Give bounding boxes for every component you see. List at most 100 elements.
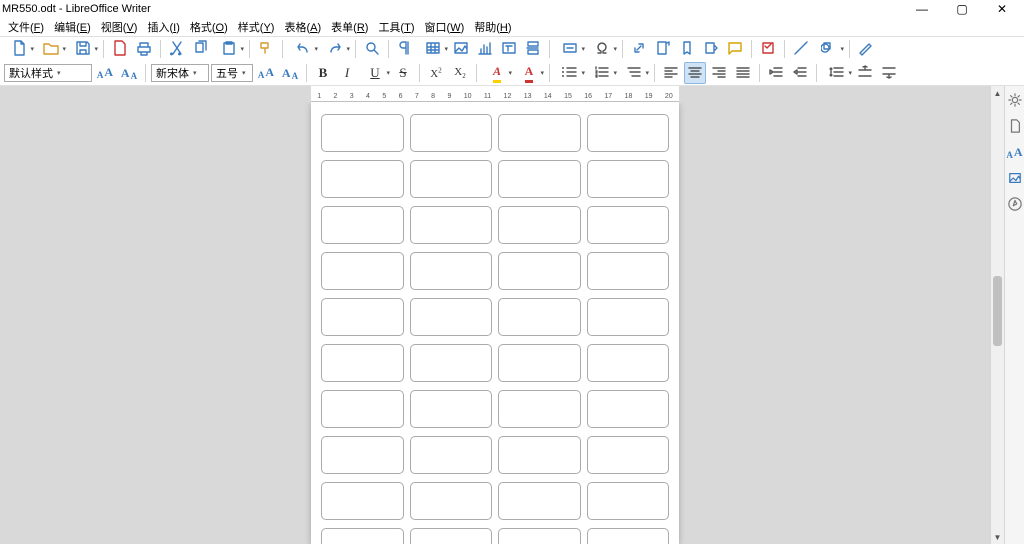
copy-button[interactable]: [190, 38, 212, 60]
paste-button[interactable]: ▾: [214, 38, 244, 60]
insert-comment-button[interactable]: [724, 38, 746, 60]
navigator-panel-button[interactable]: [1006, 196, 1024, 214]
subscript-button[interactable]: X2: [449, 62, 471, 84]
label-cell[interactable]: [410, 298, 493, 336]
line-spacing-button[interactable]: ▾: [822, 62, 852, 84]
superscript-button[interactable]: X2: [425, 62, 447, 84]
label-cell[interactable]: [321, 160, 404, 198]
insert-cross-ref-button[interactable]: [700, 38, 722, 60]
bullets-button[interactable]: ▾: [555, 62, 585, 84]
label-cell[interactable]: [321, 528, 404, 544]
label-cell[interactable]: [410, 436, 493, 474]
save-button[interactable]: ▾: [68, 38, 98, 60]
undo-button[interactable]: ▾: [288, 38, 318, 60]
label-cell[interactable]: [498, 528, 581, 544]
insert-special-char-button[interactable]: ▾: [587, 38, 617, 60]
label-cell[interactable]: [321, 252, 404, 290]
font-size-combo[interactable]: 五号▾: [211, 64, 253, 82]
menu-f[interactable]: 文件(F): [4, 18, 48, 36]
shrink-font-button[interactable]: AA: [279, 62, 301, 84]
grow-font-button[interactable]: AA: [255, 62, 277, 84]
redo-button[interactable]: ▾: [320, 38, 350, 60]
label-cell[interactable]: [587, 482, 670, 520]
style-update-button[interactable]: AA: [94, 62, 116, 84]
cut-button[interactable]: [166, 38, 188, 60]
page-panel-button[interactable]: [1006, 118, 1024, 136]
strike-button[interactable]: S: [392, 62, 414, 84]
find-button[interactable]: [361, 38, 383, 60]
para-spacing-dec-button[interactable]: [878, 62, 900, 84]
label-cell[interactable]: [410, 160, 493, 198]
label-cell[interactable]: [587, 114, 670, 152]
line-button[interactable]: [790, 38, 812, 60]
scroll-down-arrow[interactable]: ▼: [991, 530, 1004, 544]
menu-r[interactable]: 表单(R): [327, 18, 372, 36]
label-cell[interactable]: [321, 114, 404, 152]
label-cell[interactable]: [410, 252, 493, 290]
nonprinting-button[interactable]: [394, 38, 416, 60]
new-doc-button[interactable]: ▾: [4, 38, 34, 60]
scroll-up-arrow[interactable]: ▲: [991, 86, 1004, 100]
menu-y[interactable]: 样式(Y): [234, 18, 279, 36]
label-cell[interactable]: [587, 390, 670, 428]
label-cell[interactable]: [498, 114, 581, 152]
menu-e[interactable]: 编辑(E): [50, 18, 95, 36]
export-pdf-button[interactable]: [109, 38, 131, 60]
label-cell[interactable]: [410, 528, 493, 544]
bold-button[interactable]: B: [312, 62, 334, 84]
label-cell[interactable]: [410, 344, 493, 382]
numbering-button[interactable]: ▾: [587, 62, 617, 84]
align-center-button[interactable]: [684, 62, 706, 84]
label-cell[interactable]: [498, 482, 581, 520]
label-cell[interactable]: [321, 206, 404, 244]
vertical-scrollbar[interactable]: ▲ ▼: [990, 86, 1004, 544]
label-cell[interactable]: [587, 298, 670, 336]
insert-table-button[interactable]: ▾: [418, 38, 448, 60]
label-cell[interactable]: [498, 344, 581, 382]
menu-t[interactable]: 工具(T): [374, 18, 418, 36]
menu-v[interactable]: 视图(V): [97, 18, 142, 36]
page-break-button[interactable]: [522, 38, 544, 60]
gallery-panel-button[interactable]: [1006, 170, 1024, 188]
align-right-button[interactable]: [708, 62, 730, 84]
window-maximize-button[interactable]: ▢: [942, 0, 982, 18]
page[interactable]: [311, 102, 679, 544]
document-scroll-viewport[interactable]: [0, 102, 990, 544]
insert-bookmark-button[interactable]: [676, 38, 698, 60]
insert-hyperlink-button[interactable]: [628, 38, 650, 60]
label-cell[interactable]: [321, 436, 404, 474]
label-cell[interactable]: [587, 528, 670, 544]
label-cell[interactable]: [410, 390, 493, 428]
scroll-thumb[interactable]: [993, 276, 1002, 346]
insert-chart-button[interactable]: [474, 38, 496, 60]
indent-dec-button[interactable]: [789, 62, 811, 84]
label-cell[interactable]: [587, 160, 670, 198]
horizontal-ruler[interactable]: 1234567891011121314151617181920: [311, 86, 679, 102]
insert-field-button[interactable]: ▾: [555, 38, 585, 60]
track-changes-button[interactable]: [757, 38, 779, 60]
label-cell[interactable]: [498, 436, 581, 474]
label-cell[interactable]: [498, 252, 581, 290]
para-spacing-inc-button[interactable]: [854, 62, 876, 84]
label-cell[interactable]: [587, 252, 670, 290]
label-cell[interactable]: [410, 114, 493, 152]
italic-button[interactable]: I: [336, 62, 358, 84]
outline-button[interactable]: ▾: [619, 62, 649, 84]
underline-button[interactable]: U▾: [360, 62, 390, 84]
label-cell[interactable]: [587, 206, 670, 244]
window-minimize-button[interactable]: —: [902, 0, 942, 18]
label-cell[interactable]: [410, 206, 493, 244]
align-left-button[interactable]: [660, 62, 682, 84]
show-draw-button[interactable]: [855, 38, 877, 60]
clone-formatting-button[interactable]: [255, 38, 277, 60]
align-justify-button[interactable]: [732, 62, 754, 84]
basic-shapes-button[interactable]: ▾: [814, 38, 844, 60]
label-cell[interactable]: [587, 436, 670, 474]
label-cell[interactable]: [498, 298, 581, 336]
label-cell[interactable]: [321, 344, 404, 382]
window-close-button[interactable]: ✕: [982, 0, 1022, 18]
label-cell[interactable]: [498, 160, 581, 198]
label-cell[interactable]: [498, 206, 581, 244]
label-cell[interactable]: [498, 390, 581, 428]
insert-image-button[interactable]: [450, 38, 472, 60]
